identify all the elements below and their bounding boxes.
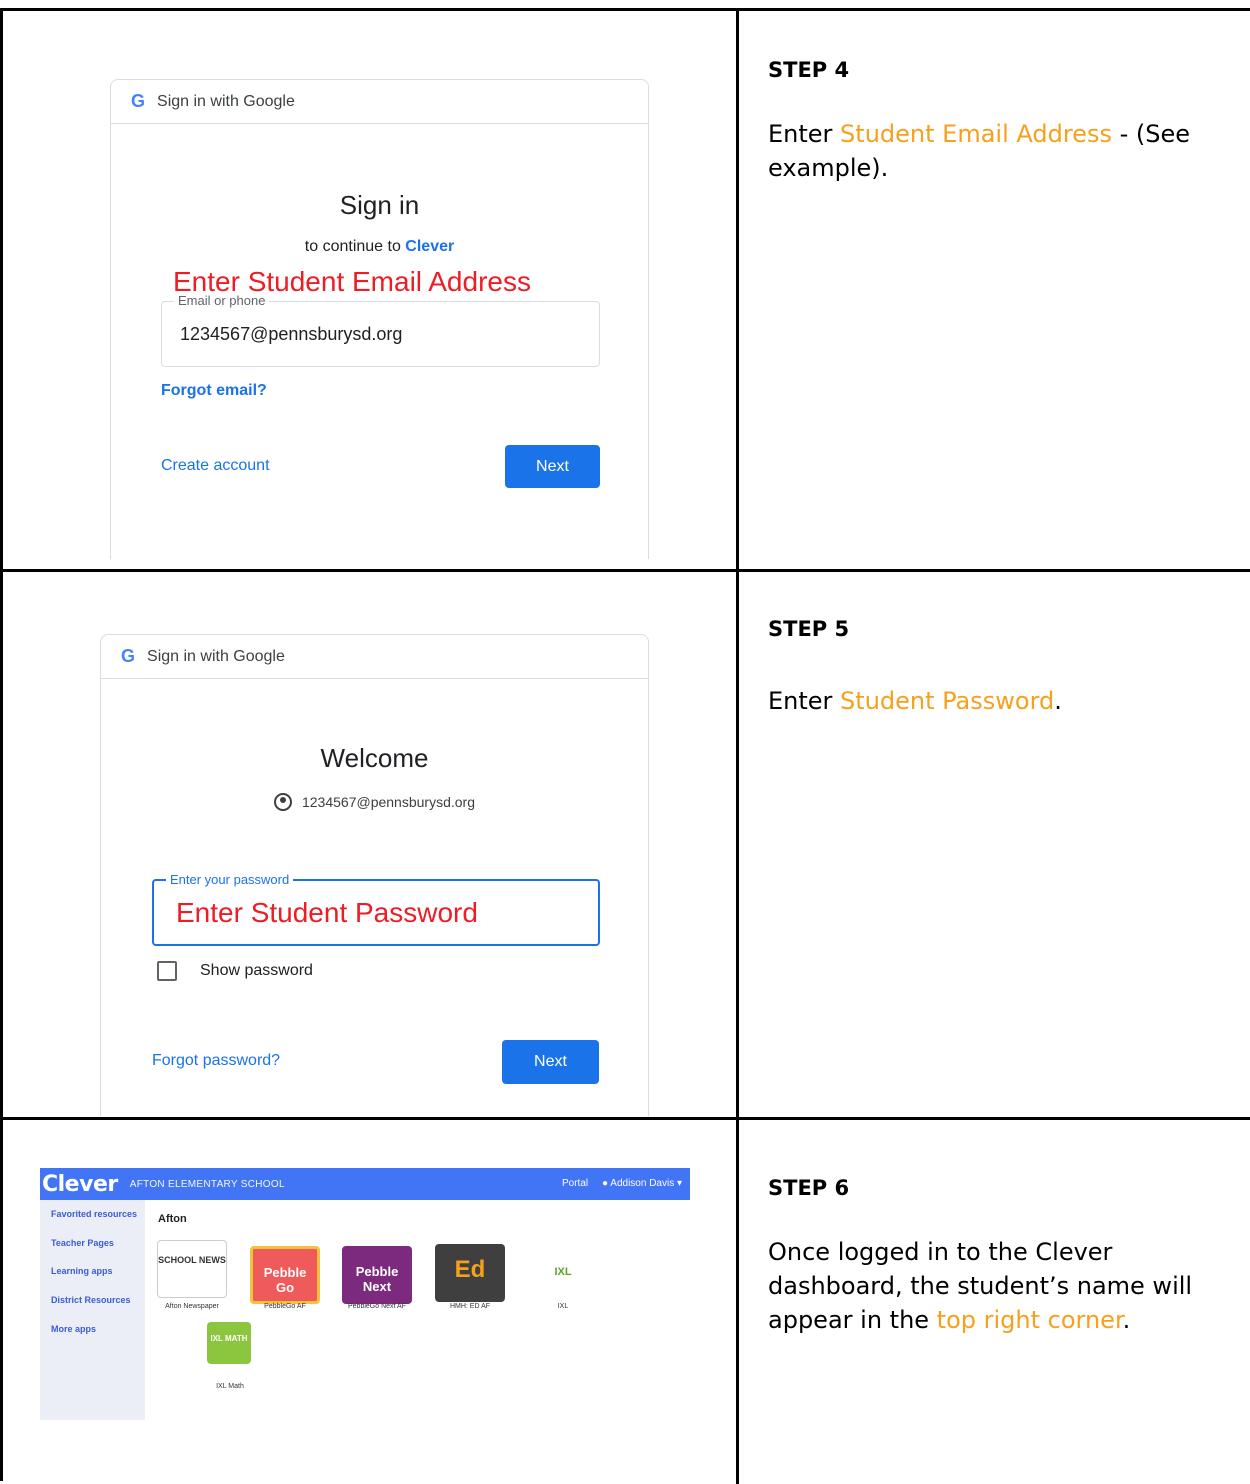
step-5-highlight: Student Password — [840, 687, 1055, 715]
card-header: G Sign in with Google — [111, 80, 648, 124]
google-signin-card: G Sign in with Google Sign in to continu… — [110, 79, 649, 559]
account-circle-icon — [273, 793, 292, 811]
email-field-label: Email or phone — [174, 293, 270, 308]
card-header: G Sign in with Google — [101, 635, 648, 679]
card-header-label: Sign in with Google — [147, 647, 285, 665]
step-6-text: Once logged in to the Clever dashboard, … — [768, 1235, 1238, 1337]
user-menu[interactable]: ● Addison Davis ▾ — [602, 1178, 682, 1189]
subtitle-text: to continue to — [304, 238, 406, 255]
step-4-row: G Sign in with Google Sign in to continu… — [3, 11, 1250, 572]
next-button[interactable]: Next — [502, 1040, 599, 1084]
portal-tab[interactable]: Portal — [562, 1178, 588, 1189]
google-password-card: G Sign in with Google Welcome 1234567@pe… — [100, 634, 649, 1116]
step-5-row: G Sign in with Google Welcome 1234567@pe… — [3, 572, 1250, 1120]
step-6-text-after: . — [1122, 1306, 1131, 1334]
app-tile-afton-newspaper[interactable]: SCHOOL NEWS — [157, 1240, 227, 1298]
tile-label: IXL MATH — [210, 1334, 248, 1343]
step-6-highlight: top right corner — [936, 1306, 1123, 1334]
account-email: 1234567@pennsburysd.org — [301, 794, 475, 810]
google-g-icon: G — [131, 91, 146, 111]
email-field[interactable]: Email or phone 1234567@pennsburysd.org — [161, 293, 600, 367]
column-divider — [736, 572, 739, 1117]
clever-top-bar: Clever AFTON ELEMENTARY SCHOOL Portal ● … — [40, 1168, 690, 1200]
step-4-highlight: Student Email Address — [840, 120, 1112, 148]
card-heading: Welcome — [320, 743, 429, 773]
tile-label: IXL — [554, 1266, 572, 1278]
sidebar-item-learning-apps[interactable]: Learning apps — [51, 1266, 113, 1276]
user-icon: ● — [602, 1178, 609, 1189]
tile-label: SCHOOL NEWS — [158, 1255, 226, 1265]
card-heading: Sign in — [339, 190, 420, 220]
password-field-label: Enter your password — [166, 872, 294, 887]
app-name: PebbleGo AF — [264, 1303, 306, 1310]
step-5-text-after: . — [1054, 687, 1062, 715]
password-field[interactable]: Enter your password Enter Student Passwo… — [152, 872, 600, 946]
step-4-text-before: Enter — [768, 120, 841, 148]
column-divider — [736, 1120, 739, 1484]
account-chip[interactable]: 1234567@pennsburysd.org — [101, 793, 648, 811]
user-name: Addison Davis — [610, 1178, 675, 1189]
create-account-link[interactable]: Create account — [161, 457, 270, 475]
app-tile-ixl-math[interactable]: IXL MATH — [207, 1322, 251, 1364]
forgot-password-link[interactable]: Forgot password? — [152, 1052, 280, 1070]
clever-logo[interactable]: Clever — [42, 1172, 118, 1197]
clever-link[interactable]: Clever — [405, 238, 454, 255]
app-name: IXL Math — [216, 1383, 244, 1390]
app-name: PebbleGo Next AF — [348, 1303, 406, 1310]
show-password-checkbox[interactable] — [157, 961, 177, 981]
google-g-icon: G — [121, 646, 136, 666]
clever-sidebar: Favorited resources Teacher Pages Learni… — [40, 1200, 145, 1420]
tile-label: Pebble Go — [263, 1265, 307, 1295]
sidebar-item-teacher-pages[interactable]: Teacher Pages — [51, 1238, 114, 1248]
column-divider — [736, 11, 739, 569]
show-password-label: Show password — [200, 962, 313, 979]
next-button[interactable]: Next — [505, 445, 600, 488]
app-tile-pebblego[interactable]: Pebble Go — [250, 1246, 320, 1304]
app-tile-hmh-ed[interactable]: Ed — [435, 1244, 505, 1302]
step-4-text: Enter Student Email Address - (See examp… — [768, 117, 1238, 185]
forgot-email-link[interactable]: Forgot email? — [161, 382, 267, 400]
password-instruction-note: Enter Student Password — [176, 897, 478, 928]
school-name: AFTON ELEMENTARY SCHOOL — [129, 1178, 285, 1190]
section-heading: Afton — [158, 1213, 187, 1225]
step-5-title: STEP 5 — [768, 617, 850, 641]
tile-label: Ed — [454, 1256, 486, 1283]
card-subtitle: to continue to Clever — [111, 238, 648, 256]
email-field-value: 1234567@pennsburysd.org — [180, 324, 403, 344]
step-5-text-before: Enter — [768, 687, 841, 715]
app-tile-ixl[interactable]: IXL — [528, 1244, 598, 1302]
clever-dashboard: Clever AFTON ELEMENTARY SCHOOL Portal ● … — [40, 1168, 690, 1420]
tile-label: Pebble Next — [355, 1264, 399, 1294]
sidebar-item-favorited[interactable]: Favorited resources — [51, 1209, 137, 1219]
sidebar-item-more-apps[interactable]: More apps — [51, 1324, 96, 1334]
app-name: Afton Newspaper — [165, 1303, 219, 1310]
clever-main: Afton SCHOOL NEWS Afton Newspaper Pebble… — [145, 1200, 690, 1420]
app-tile-pebblego-next[interactable]: Pebble Next — [342, 1246, 412, 1304]
caret-down-icon: ▾ — [676, 1178, 683, 1189]
step-4-title: STEP 4 — [768, 58, 850, 82]
card-header-label: Sign in with Google — [157, 92, 295, 110]
app-name: IXL — [557, 1303, 569, 1310]
step-6-title: STEP 6 — [768, 1176, 850, 1200]
step-5-text: Enter Student Password. — [768, 684, 1238, 718]
sidebar-item-district-resources[interactable]: District Resources — [51, 1295, 131, 1305]
app-name: HMH: ED AF — [449, 1303, 491, 1310]
